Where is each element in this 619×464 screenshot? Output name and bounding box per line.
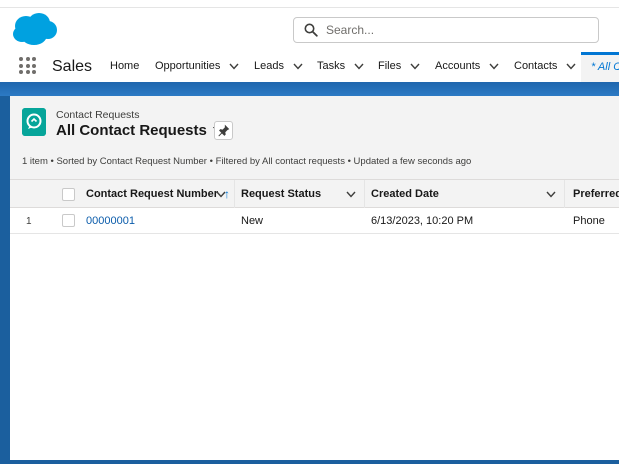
table-row[interactable]: 1 00000001 New 6/13/2023, 10:20 PM Phone [10, 208, 619, 234]
chevron-down-icon[interactable] [410, 63, 420, 70]
pin-icon [218, 124, 230, 137]
nav-item-label: Files [378, 60, 402, 72]
column-label: Preferred [573, 188, 619, 200]
chevron-down-icon[interactable] [546, 191, 556, 198]
contact-request-number-link[interactable]: 00000001 [86, 215, 135, 227]
nav-item-home[interactable]: Home [110, 60, 139, 72]
list-view-card: Contact Requests All Contact Requests 1 … [10, 96, 619, 460]
search-icon [304, 23, 318, 37]
nav-item-label: Contacts [514, 60, 558, 72]
nav-item-contacts[interactable]: Contacts [514, 60, 576, 72]
app-navigation-bar: Sales Home Opportunities Leads Tasks Fil… [0, 52, 619, 82]
row-number: 1 [26, 216, 32, 227]
preferred-cell: Phone [573, 215, 605, 227]
global-header: Search... [0, 8, 619, 52]
nav-item-label: Tasks [317, 60, 346, 72]
list-view-title-text: All Contact Requests [56, 122, 207, 139]
list-view-summary: 1 item • Sorted by Contact Request Numbe… [22, 156, 472, 167]
table-header: Contact Request Number ↑ Request Status … [10, 180, 619, 208]
browser-top-strip [0, 0, 619, 8]
row-select-checkbox[interactable] [62, 214, 75, 227]
pin-list-view-button[interactable] [214, 121, 233, 140]
nav-item-label: Opportunities [155, 60, 221, 72]
global-search-input[interactable]: Search... [293, 17, 599, 43]
column-header-preferred[interactable]: Preferred [565, 180, 619, 208]
chevron-down-icon[interactable] [566, 63, 576, 70]
column-header-request-status[interactable]: Request Status [235, 180, 365, 208]
nav-item-label: Accounts [435, 60, 481, 72]
chevron-down-icon[interactable] [489, 63, 499, 70]
column-header-created-date[interactable]: Created Date [365, 180, 565, 208]
app-launcher-icon[interactable] [19, 57, 36, 74]
nav-item-tasks[interactable]: Tasks [317, 60, 364, 72]
nav-item-opportunities[interactable]: Opportunities [155, 60, 239, 72]
chevron-down-icon[interactable] [229, 63, 239, 70]
records-table: Contact Request Number ↑ Request Status … [10, 180, 619, 460]
nav-item-leads[interactable]: Leads [254, 60, 303, 72]
tab-all-contact-requests[interactable]: * All Co [581, 52, 619, 82]
request-status-cell: New [241, 215, 264, 227]
column-label: Created Date [371, 188, 439, 200]
contact-request-icon [22, 108, 46, 136]
select-all-checkbox[interactable] [62, 188, 75, 201]
list-view-header: Contact Requests All Contact Requests 1 … [10, 96, 619, 180]
chevron-down-icon[interactable] [293, 63, 303, 70]
list-view-title[interactable]: All Contact Requests [56, 122, 223, 139]
column-label: Request Status [241, 188, 322, 200]
column-label: Contact Request Number [86, 188, 219, 200]
nav-item-label: Leads [254, 60, 284, 72]
app-name: Sales [52, 58, 93, 75]
nav-item-label: Home [110, 60, 140, 72]
nav-item-accounts[interactable]: Accounts [435, 60, 499, 72]
search-placeholder: Search... [326, 23, 375, 37]
created-date-cell: 6/13/2023, 10:20 PM [371, 215, 474, 227]
salesforce-cloud-logo[interactable] [12, 12, 58, 48]
nav-item-files[interactable]: Files [378, 60, 420, 72]
column-header-contact-request-number[interactable]: Contact Request Number ↑ [78, 180, 235, 208]
object-label: Contact Requests [56, 109, 140, 121]
chevron-down-icon[interactable] [354, 63, 364, 70]
chevron-down-icon[interactable] [216, 191, 226, 198]
chevron-down-icon[interactable] [346, 191, 356, 198]
